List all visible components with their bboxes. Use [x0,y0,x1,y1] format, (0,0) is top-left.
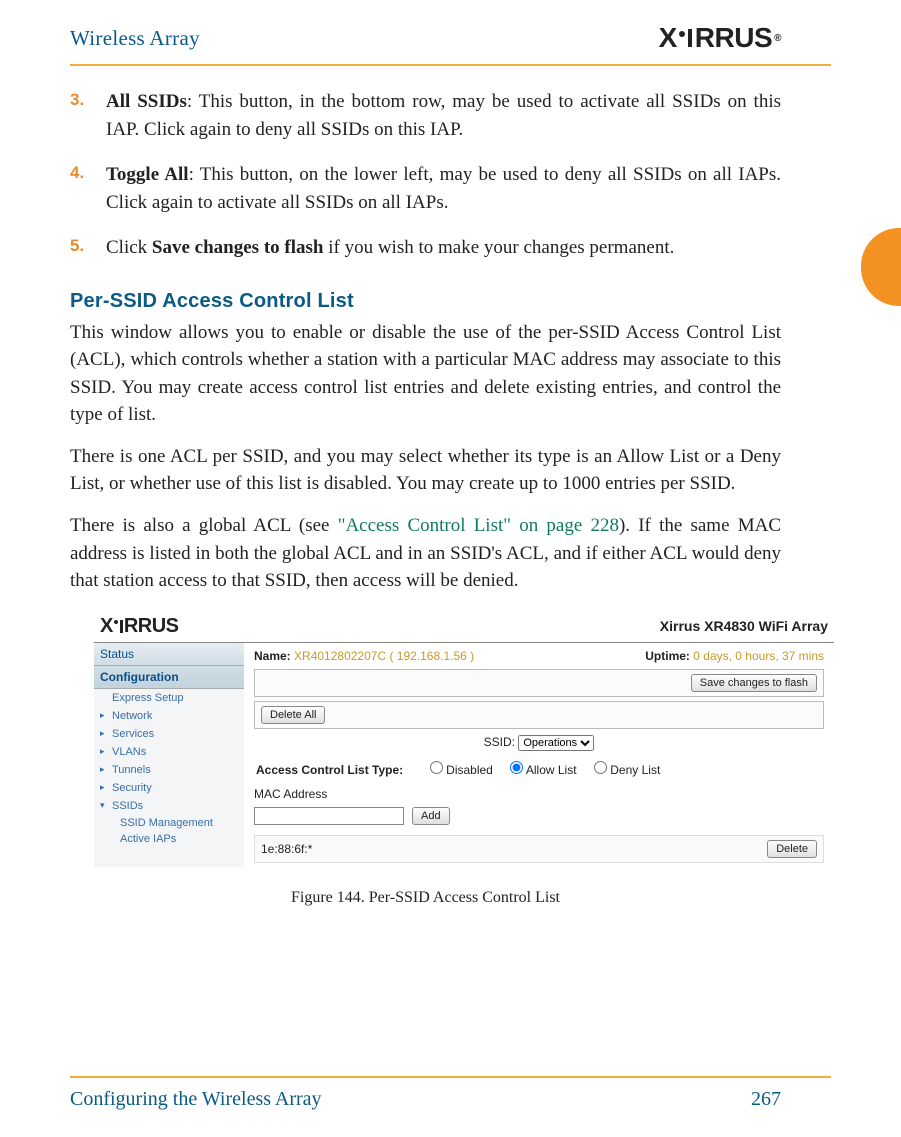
footer-section-title: Configuring the Wireless Array [70,1088,322,1111]
list-bold-term: Toggle All [106,164,189,185]
list-pretext: Click [106,237,152,258]
list-text: : This button, in the bottom row, may be… [106,91,781,140]
list-text: if you wish to make your changes permane… [323,237,674,258]
logo-bar-icon [120,620,123,633]
sidebar-item-tunnels[interactable]: Tunnels [94,761,244,779]
delete-button[interactable]: Delete [767,840,817,858]
list-number: 3. [70,88,84,113]
list-bold-term: All SSIDs [106,91,187,112]
sidebar-item-ssids[interactable]: SSIDs [94,797,244,815]
logo-dot-icon [679,31,685,37]
logo-dot-icon [114,620,118,624]
sidebar-item-express-setup[interactable]: Express Setup [94,689,244,707]
section-heading: Per-SSID Access Control List [70,290,781,313]
acl-radio-disabled[interactable] [430,761,443,774]
list-text: : This button, on the lower left, may be… [106,164,781,213]
sidebar-subitem-active-iaps[interactable]: Active IAPs [94,831,244,847]
cross-reference-link[interactable]: "Access Control List" on page 228 [338,515,619,536]
list-number: 5. [70,234,84,259]
header-title: Wireless Array [70,26,200,51]
body-paragraph: There is one ACL per SSID, and you may s… [70,443,781,498]
acl-option-allow[interactable]: Allow List [510,763,576,777]
brand-logo: XRRUS® [659,22,781,54]
ui-sidebar: Status Configuration Express Setup Netwo… [94,643,244,867]
mac-address-input[interactable] [254,807,404,825]
header-rule [70,64,831,66]
list-bold-term: Save changes to flash [152,237,324,258]
delete-all-button[interactable]: Delete All [261,706,325,724]
acl-radio-allow[interactable] [510,761,523,774]
ssid-select[interactable]: Operations [518,735,594,751]
sidebar-item-vlans[interactable]: VLANs [94,743,244,761]
sidebar-item-network[interactable]: Network [94,707,244,725]
logo-bar-icon [688,29,692,47]
body-paragraph: This window allows you to enable or disa… [70,319,781,429]
figure-caption: Figure 144. Per-SSID Access Control List [70,889,781,907]
instruction-list: 3. All SSIDs: This button, in the bottom… [106,88,781,262]
para-pretext: There is also a global ACL (see [70,515,338,536]
list-item: 4. Toggle All: This button, on the lower… [106,161,781,216]
page-header: Wireless Array XRRUS® [70,20,831,58]
uptime-display: Uptime: 0 days, 0 hours, 37 mins [645,649,824,663]
embedded-screenshot: XRRUS Xirrus XR4830 WiFi Array Status Co… [94,609,834,879]
list-number: 4. [70,161,84,186]
list-item: 5. Click Save changes to flash if you wi… [106,234,781,262]
save-changes-button[interactable]: Save changes to flash [691,674,817,692]
ui-device-title: Xirrus XR4830 WiFi Array [660,618,828,634]
section-tab [861,228,901,306]
add-button[interactable]: Add [412,807,450,825]
acl-option-disabled[interactable]: Disabled [430,763,493,777]
ui-logo: XRRUS [100,615,179,638]
sidebar-item-status[interactable]: Status [94,643,244,666]
device-name-display: Name: XR4012802207C ( 192.168.1.56 ) [254,649,474,663]
page-footer: Configuring the Wireless Array 267 [70,1076,831,1111]
sidebar-item-services[interactable]: Services [94,725,244,743]
acl-option-deny[interactable]: Deny List [594,763,660,777]
sidebar-item-configuration[interactable]: Configuration [94,666,244,689]
list-item: 3. All SSIDs: This button, in the bottom… [106,88,781,143]
page-number: 267 [751,1088,781,1111]
sidebar-subitem-ssid-management[interactable]: SSID Management [94,815,244,831]
acl-radio-deny[interactable] [594,761,607,774]
sidebar-item-security[interactable]: Security [94,779,244,797]
ui-main-panel: Name: XR4012802207C ( 192.168.1.56 ) Upt… [244,643,834,867]
footer-rule [70,1076,831,1078]
acl-entry-value: 1e:88:6f:* [261,842,312,856]
body-paragraph: There is also a global ACL (see "Access … [70,512,781,595]
ssid-label: SSID: [484,735,515,749]
mac-address-label: MAC Address [254,781,824,801]
acl-type-label: Access Control List Type: [256,763,403,777]
